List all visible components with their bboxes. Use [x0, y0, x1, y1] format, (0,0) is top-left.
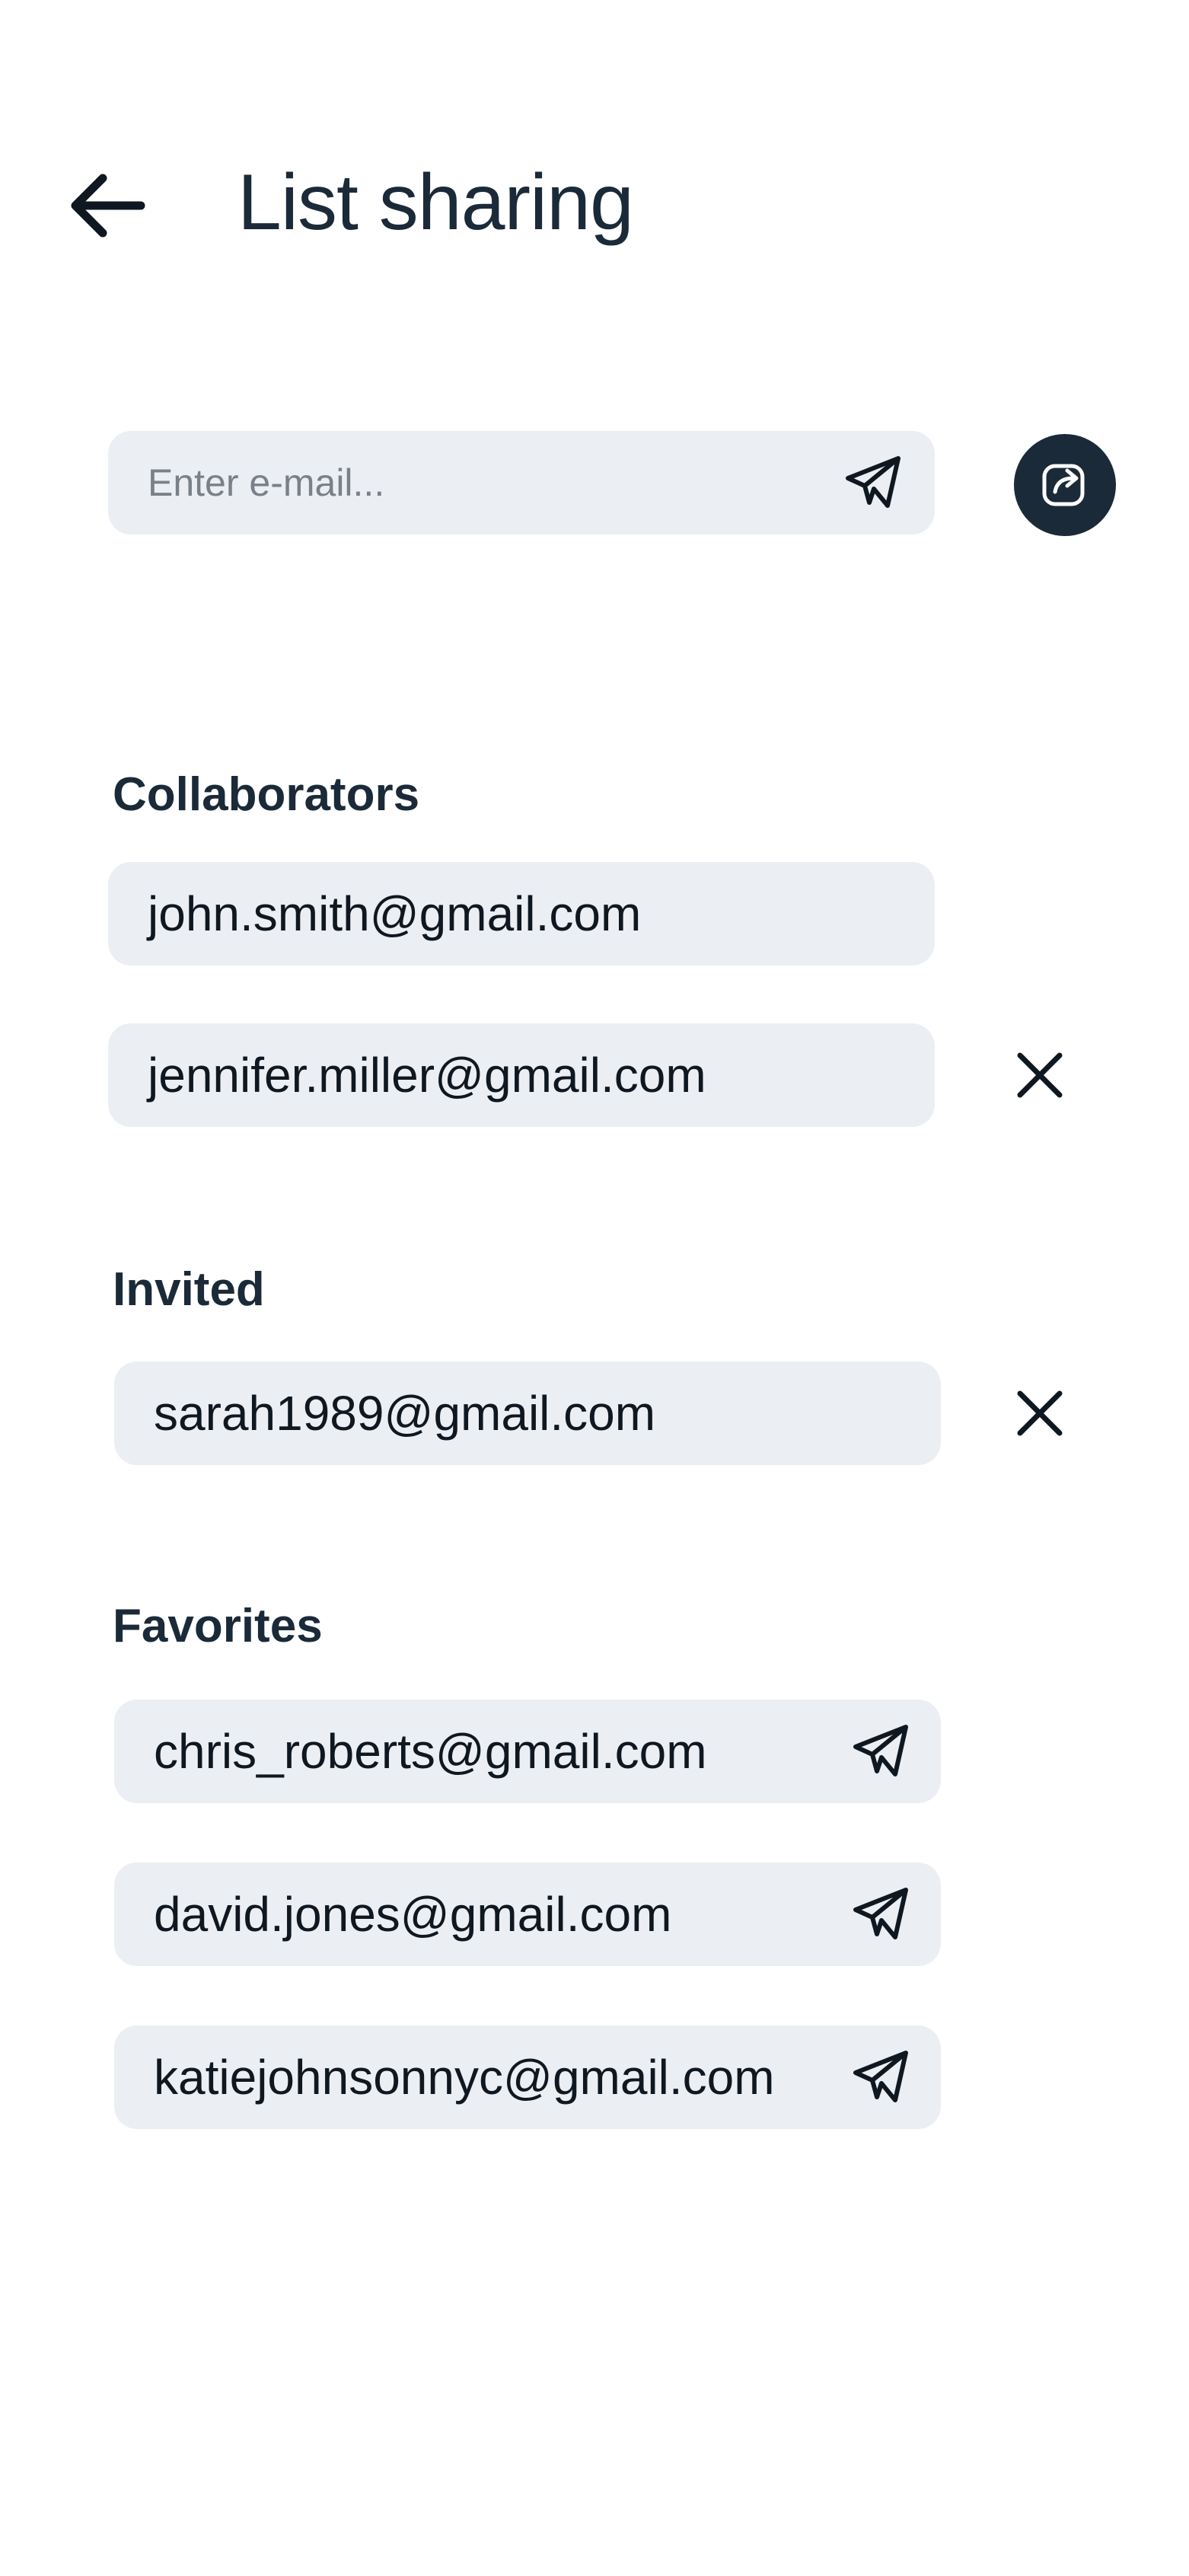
back-button[interactable]: [53, 152, 160, 259]
favorite-row: chris_roberts@gmail.com: [114, 1700, 941, 1803]
close-icon: [1017, 1052, 1063, 1098]
email-invite-field: [108, 431, 935, 535]
remove-invite-button[interactable]: [1002, 1375, 1078, 1451]
favorite-email: katiejohnsonnyc@gmail.com: [154, 2050, 775, 2105]
send-to-favorite-button[interactable]: [851, 1884, 912, 1945]
share-icon: [1042, 464, 1085, 506]
page-title: List sharing: [237, 158, 634, 247]
collaborators-heading: Collaborators: [113, 768, 420, 821]
paper-plane-icon: [853, 1725, 908, 1776]
collaborator-row: john.smith@gmail.com: [108, 862, 935, 966]
favorite-email: chris_roberts@gmail.com: [154, 1724, 707, 1779]
favorites-heading: Favorites: [113, 1600, 323, 1652]
paper-plane-icon: [853, 1888, 908, 1939]
close-icon: [1017, 1390, 1063, 1436]
invited-row: sarah1989@gmail.com: [114, 1361, 941, 1465]
send-to-favorite-button[interactable]: [851, 1721, 912, 1782]
arrow-left-icon: [71, 174, 145, 238]
favorite-email: david.jones@gmail.com: [154, 1887, 672, 1942]
send-invite-button[interactable]: [843, 452, 904, 513]
remove-collaborator-button[interactable]: [1002, 1037, 1078, 1113]
invited-email: sarah1989@gmail.com: [154, 1386, 656, 1441]
collaborator-email: john.smith@gmail.com: [148, 886, 642, 941]
paper-plane-icon: [846, 456, 901, 508]
favorite-row: katiejohnsonnyc@gmail.com: [114, 2025, 941, 2129]
paper-plane-icon: [853, 2051, 908, 2102]
email-input[interactable]: [148, 431, 787, 535]
invited-heading: Invited: [113, 1263, 265, 1316]
send-to-favorite-button[interactable]: [851, 2047, 912, 2108]
favorite-row: david.jones@gmail.com: [114, 1863, 941, 1966]
share-button[interactable]: [1014, 434, 1116, 536]
collaborator-row: jennifer.miller@gmail.com: [108, 1023, 935, 1127]
collaborator-email: jennifer.miller@gmail.com: [148, 1048, 706, 1103]
